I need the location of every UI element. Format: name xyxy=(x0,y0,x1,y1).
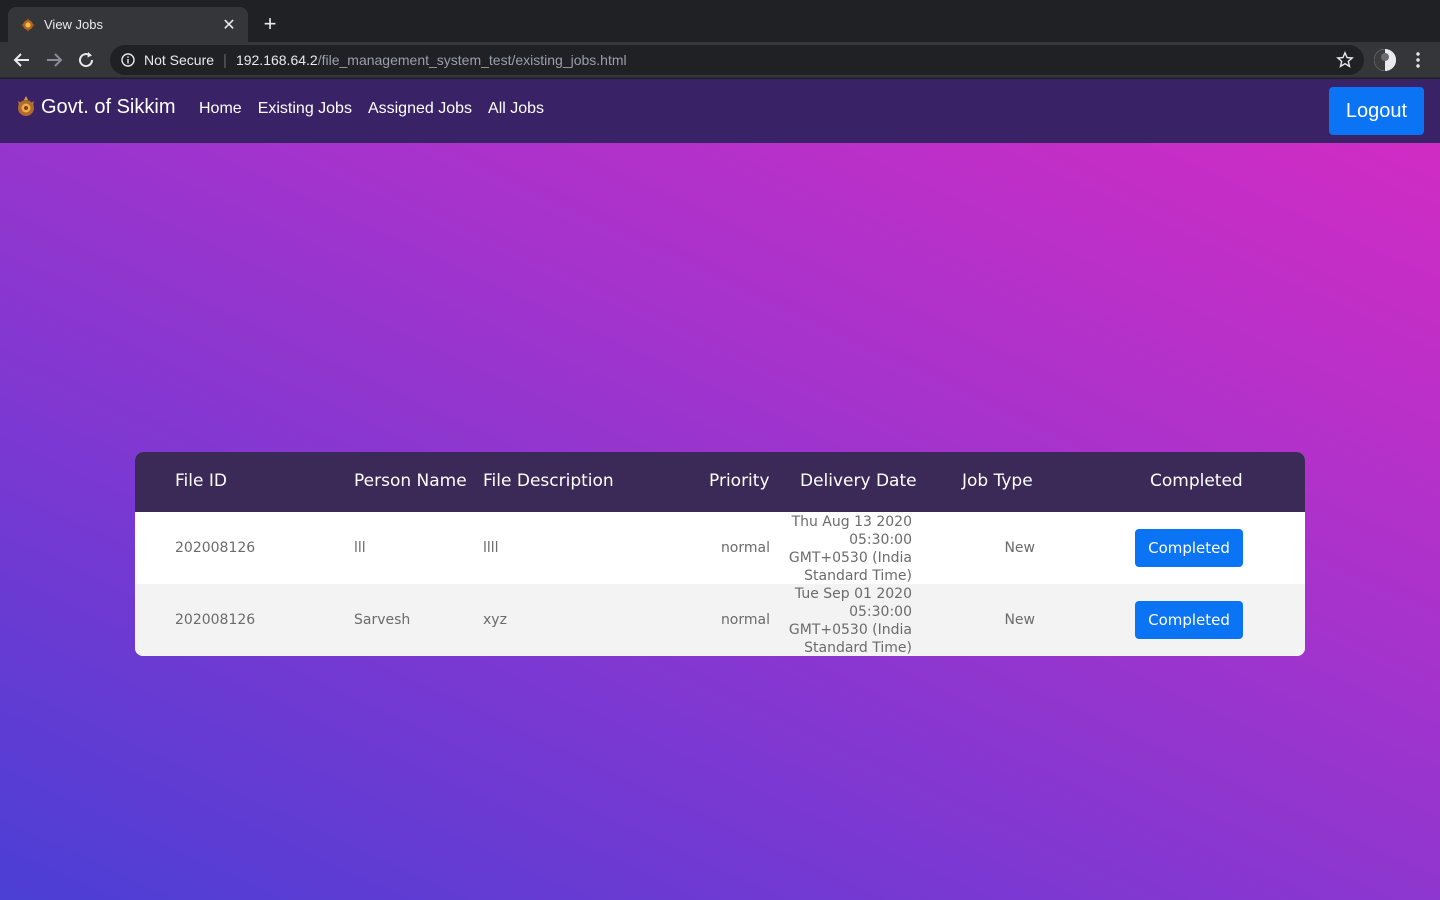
cell-file-id: 202008126 xyxy=(175,612,256,628)
date-line: 05:30:00 xyxy=(849,532,912,548)
forward-arrow-icon[interactable] xyxy=(42,48,66,72)
nav-link-assigned-jobs[interactable]: Assigned Jobs xyxy=(368,100,472,118)
cell-person-name: Sarvesh xyxy=(354,612,411,628)
cell-priority: normal xyxy=(720,612,770,628)
tab-title: View Jobs xyxy=(44,17,104,32)
reload-icon[interactable] xyxy=(74,48,98,72)
profile-avatar[interactable] xyxy=(1374,49,1396,71)
cell-delivery-date: Thu Aug 13 2020 05:30:00 GMT+0530 (India… xyxy=(772,513,912,585)
top-navbar: Govt. of Sikkim Home Existing Jobs Assig… xyxy=(0,79,1440,143)
header-file-id: File ID xyxy=(175,471,227,491)
cell-file-description: xyz xyxy=(483,612,507,628)
date-line: Standard Time) xyxy=(804,568,912,584)
date-line: GMT+0530 (India xyxy=(788,550,912,566)
date-line: Standard Time) xyxy=(804,640,912,656)
browser-tabstrip: View Jobs ✕ + xyxy=(0,0,1440,42)
cell-job-type: New xyxy=(1004,612,1035,628)
sikkim-emblem-icon xyxy=(15,95,37,119)
cell-person-name: lll xyxy=(354,540,366,556)
more-menu-icon[interactable] xyxy=(1408,48,1428,72)
header-completed: Completed xyxy=(1150,471,1243,491)
address-separator: | xyxy=(223,51,227,69)
cell-delivery-date: Tue Sep 01 2020 05:30:00 GMT+0530 (India… xyxy=(772,585,912,656)
date-line: 05:30:00 xyxy=(849,604,912,620)
completed-button[interactable]: Completed xyxy=(1135,529,1243,567)
header-job-type: Job Type xyxy=(962,471,1033,491)
bookmark-star-icon[interactable] xyxy=(1336,51,1354,69)
page-background: Govt. of Sikkim Home Existing Jobs Assig… xyxy=(0,79,1440,900)
jobs-table: File ID Person Name File Description Pri… xyxy=(135,452,1305,656)
info-icon[interactable] xyxy=(120,52,136,68)
nav-link-home[interactable]: Home xyxy=(199,100,242,118)
header-priority: Priority xyxy=(709,471,770,491)
nav-link-existing-jobs[interactable]: Existing Jobs xyxy=(258,100,352,118)
table-row: 202008126 lll llll normal Thu Aug 13 202… xyxy=(135,512,1305,584)
address-bar[interactable]: Not Secure | 192.168.64.2 /file_manageme… xyxy=(110,45,1364,75)
browser-toolbar: Not Secure | 192.168.64.2 /file_manageme… xyxy=(0,42,1440,78)
nav-link-all-jobs[interactable]: All Jobs xyxy=(488,100,544,118)
new-tab-plus-icon[interactable]: + xyxy=(258,12,282,36)
date-line: Thu Aug 13 2020 xyxy=(791,514,912,530)
date-line: GMT+0530 (India xyxy=(788,622,912,638)
url-host: 192.168.64.2 xyxy=(235,52,318,68)
table-row: 202008126 Sarvesh xyz normal Tue Sep 01 … xyxy=(135,584,1305,656)
logout-button[interactable]: Logout xyxy=(1329,87,1424,135)
tab-close-icon[interactable]: ✕ xyxy=(220,15,238,35)
header-delivery-date: Delivery Date xyxy=(800,471,917,491)
browser-tab[interactable]: View Jobs ✕ xyxy=(8,7,248,42)
url-path: /file_management_system_test/existing_jo… xyxy=(317,52,627,68)
back-arrow-icon[interactable] xyxy=(10,48,34,72)
emblem-favicon-icon xyxy=(20,17,36,33)
security-label: Not Secure xyxy=(144,52,215,68)
completed-button[interactable]: Completed xyxy=(1135,601,1243,639)
table-header: File ID Person Name File Description Pri… xyxy=(135,452,1305,512)
cell-priority: normal xyxy=(720,540,770,556)
cell-file-description: llll xyxy=(483,540,499,556)
cell-file-id: 202008126 xyxy=(175,540,256,556)
brand[interactable]: Govt. of Sikkim xyxy=(15,95,175,119)
cell-job-type: New xyxy=(1004,540,1035,556)
date-line: Tue Sep 01 2020 xyxy=(794,586,912,602)
header-file-description: File Description xyxy=(483,471,614,491)
header-person-name: Person Name xyxy=(354,471,467,491)
brand-name: Govt. of Sikkim xyxy=(41,95,176,118)
main-nav: Home Existing Jobs Assigned Jobs All Job… xyxy=(199,100,560,118)
